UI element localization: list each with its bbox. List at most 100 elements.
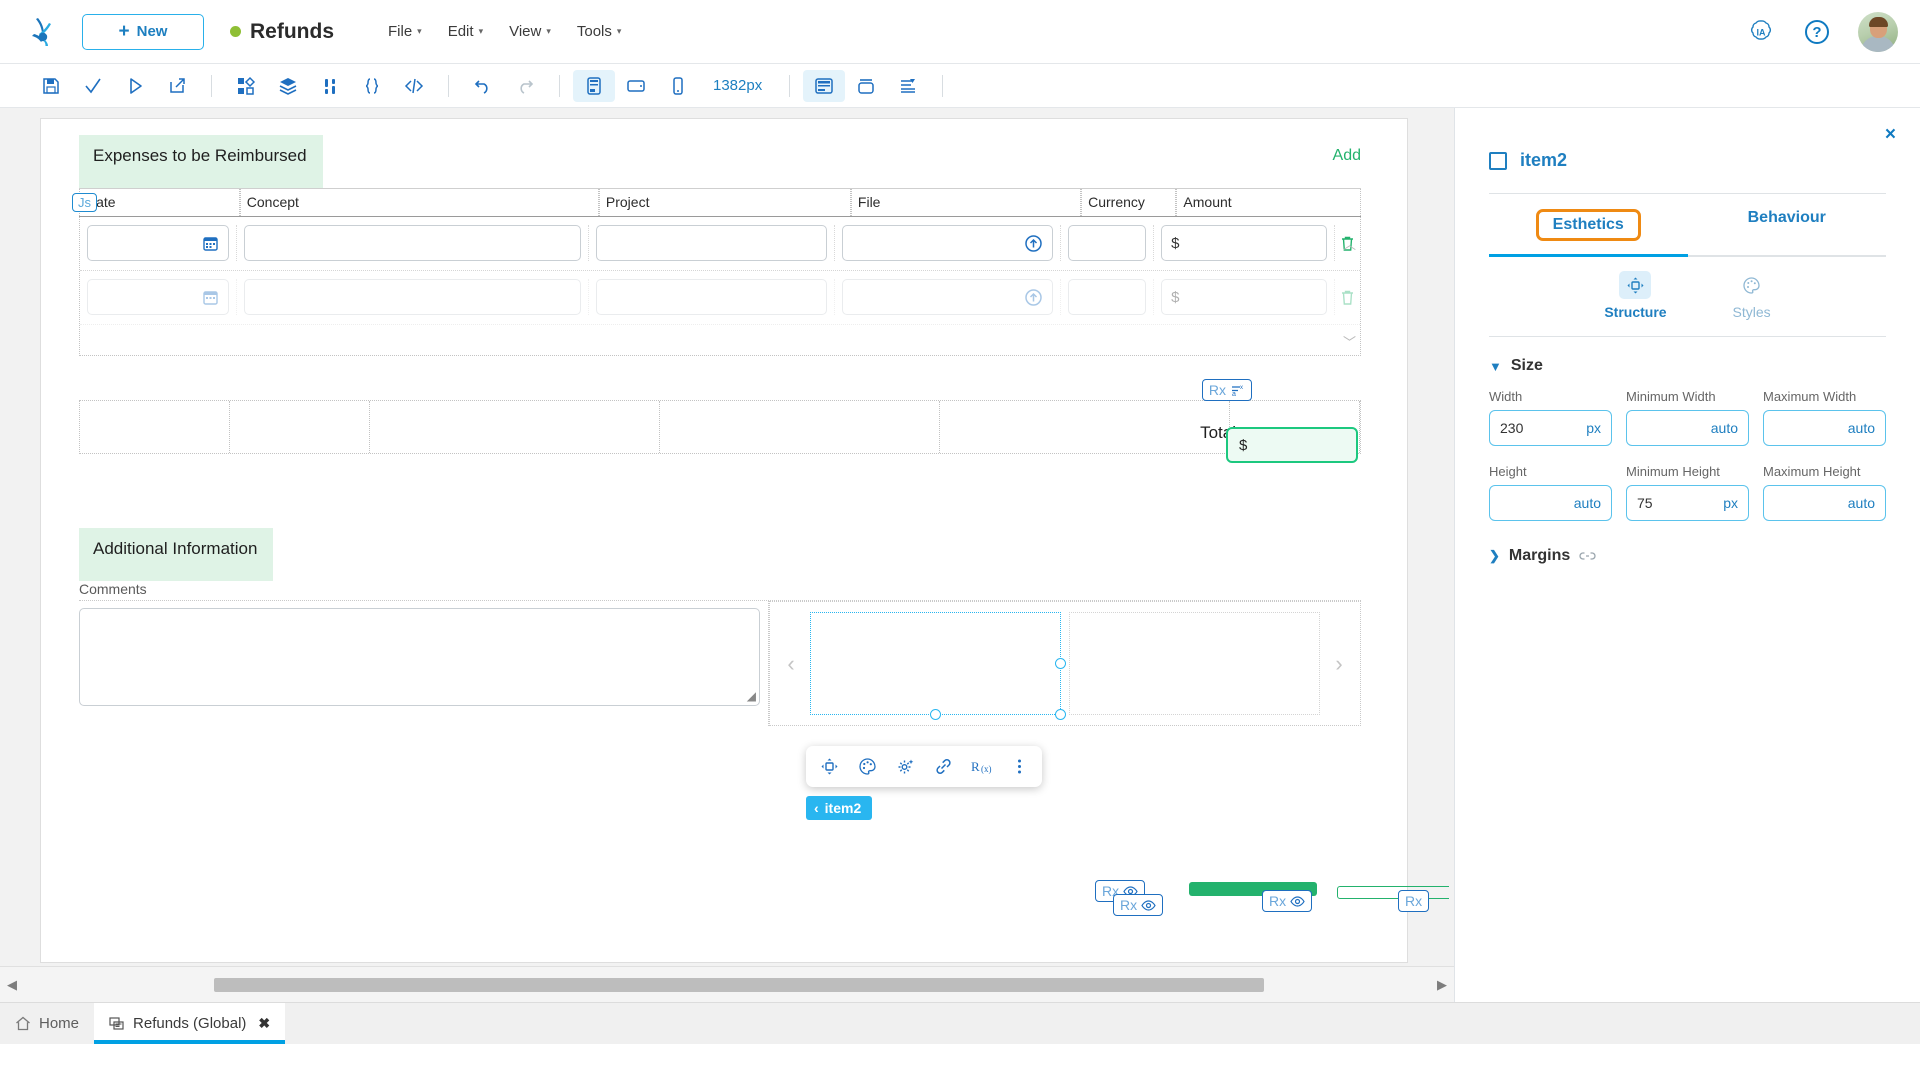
min-height-input[interactable]: 75 px (1626, 485, 1749, 521)
layout-grid-icon[interactable] (803, 69, 846, 102)
align-icon[interactable] (887, 70, 929, 102)
publish-export-icon[interactable] (156, 70, 198, 102)
expression-braces-icon[interactable] (351, 70, 393, 102)
margins-section-header[interactable]: ❯ Margins (1489, 539, 1886, 565)
size-section-header[interactable]: ▼ Size (1489, 337, 1886, 389)
subtab-structure[interactable]: Structure (1604, 271, 1667, 320)
secondary-button-preview[interactable] (1337, 886, 1449, 899)
resize-handle-middle-right[interactable] (1055, 657, 1066, 669)
amount-input[interactable]: $ (1161, 279, 1327, 315)
expenses-section-header: Expenses to be Reimbursed Add (41, 135, 1407, 188)
selected-element-tag[interactable]: ‹ item2 (806, 796, 873, 820)
more-vertical-icon[interactable] (1002, 751, 1036, 782)
desktop-view-icon[interactable] (573, 69, 615, 102)
file-upload-input[interactable] (842, 279, 1053, 315)
svg-text:x: x (1240, 385, 1243, 391)
formula-rx-icon[interactable]: R (x) (964, 751, 998, 782)
rx-visibility-badge[interactable]: Rx (1113, 894, 1164, 916)
container-icon[interactable] (845, 70, 887, 102)
project-input[interactable] (595, 279, 828, 315)
rules-icon[interactable] (309, 70, 351, 102)
tablet-view-icon[interactable] (615, 70, 657, 102)
bottom-tab-home[interactable]: Home (0, 1003, 94, 1044)
max-height-input[interactable]: auto (1763, 485, 1886, 521)
menu-file[interactable]: File ▾ (388, 23, 422, 40)
widgets-grid-icon[interactable] (225, 70, 267, 102)
min-height-unit[interactable]: px (1723, 495, 1738, 511)
avatar[interactable] (1858, 11, 1898, 52)
tab-esthetics[interactable]: Esthetics (1489, 194, 1688, 257)
bizagi-logo[interactable] (22, 12, 66, 52)
run-play-icon[interactable] (114, 70, 156, 102)
scroll-left-arrow[interactable]: ◀ (0, 977, 24, 993)
carousel-prev-arrow[interactable]: ‹ (776, 651, 806, 677)
date-input[interactable] (87, 279, 230, 315)
calendar-icon (203, 236, 219, 251)
undo-icon[interactable] (462, 70, 504, 102)
scrollbar-thumb[interactable] (214, 977, 1264, 992)
max-width-input[interactable]: auto (1763, 410, 1886, 446)
project-input[interactable] (595, 225, 828, 261)
structure-move-icon[interactable] (812, 751, 846, 782)
concept-input[interactable] (244, 225, 581, 261)
help-icon[interactable]: ? (1802, 17, 1832, 47)
height-input[interactable]: auto (1489, 485, 1612, 521)
chevron-down-icon: ▼ (1489, 358, 1502, 374)
layers-stack-icon[interactable] (267, 70, 309, 102)
total-amount-field[interactable]: $ (1226, 427, 1358, 463)
resize-handle-bottom-right[interactable] (1055, 709, 1066, 720)
tab-behaviour[interactable]: Behaviour (1687, 194, 1886, 257)
currency-input[interactable] (1067, 225, 1147, 261)
horizontal-scrollbar[interactable]: ◀ ▶ (0, 966, 1454, 1002)
resize-handle-bottom-center[interactable] (929, 709, 941, 720)
new-button[interactable]: + New (82, 13, 204, 50)
date-input[interactable] (87, 225, 230, 261)
rx-visibility-badge[interactable]: Rx (1262, 890, 1313, 912)
table-row[interactable]: $ ︿ (80, 217, 1360, 271)
scrollbar-track[interactable] (24, 977, 1430, 992)
ai-assistant-icon[interactable]: IA (1746, 17, 1776, 47)
resize-grip-icon[interactable]: ◢ (747, 689, 756, 703)
chevron-down-icon: ▾ (478, 26, 484, 36)
subtab-styles[interactable]: Styles (1733, 271, 1771, 320)
element-checkbox[interactable] (1489, 151, 1507, 170)
rx-visibility-badge[interactable]: Rx (1398, 890, 1430, 912)
min-width-input[interactable]: auto (1626, 410, 1749, 446)
add-expense-link[interactable]: Add (1333, 147, 1361, 165)
form-canvas[interactable]: Expenses to be Reimbursed Add Date Conce… (40, 118, 1449, 963)
scroll-right-arrow[interactable]: ▶ (1430, 977, 1454, 993)
concept-input[interactable] (244, 279, 581, 315)
table-row[interactable]: $ (80, 271, 1360, 325)
carousel-next-arrow[interactable]: › (1324, 651, 1354, 677)
width-input[interactable]: 230 px (1489, 410, 1612, 446)
rx-formula-badge[interactable]: Rx xa (1201, 379, 1252, 401)
file-upload-input[interactable] (842, 225, 1053, 261)
js-badge[interactable]: Js (72, 193, 97, 212)
close-icon[interactable]: × (1885, 124, 1896, 146)
width-unit[interactable]: px (1586, 420, 1601, 436)
comments-textarea[interactable]: ◢ (79, 608, 760, 706)
settings-sparkle-icon[interactable] (888, 751, 922, 782)
mobile-view-icon[interactable] (657, 70, 699, 102)
redo-icon[interactable] (504, 70, 546, 102)
carousel-slot-selected[interactable] (810, 612, 1066, 720)
currency-input[interactable] (1067, 279, 1147, 315)
menu-tools[interactable]: Tools ▾ (577, 23, 622, 40)
palette-icon[interactable] (850, 751, 884, 782)
close-tab-icon[interactable]: ✖ (258, 1015, 270, 1032)
code-icon[interactable] (393, 70, 435, 102)
delete-row-icon[interactable] (1335, 289, 1360, 306)
scroll-down-caret[interactable]: ﹀ (1343, 332, 1356, 351)
bottom-tab-refunds[interactable]: Refunds (Global) ✖ (94, 1003, 286, 1044)
save-icon[interactable] (30, 70, 72, 102)
canvas-width-value[interactable]: 1382px (699, 77, 776, 94)
link-icon[interactable] (926, 751, 960, 782)
cell-file (835, 225, 1061, 261)
menu-edit[interactable]: Edit ▾ (448, 23, 483, 40)
scroll-up-caret[interactable]: ︿ (1343, 234, 1356, 253)
validate-check-icon[interactable] (72, 70, 114, 102)
amount-input[interactable]: $ (1161, 225, 1327, 261)
link-margins-icon[interactable] (1579, 550, 1596, 562)
menu-view[interactable]: View ▾ (509, 23, 551, 40)
carousel-slot[interactable] (1069, 612, 1320, 715)
